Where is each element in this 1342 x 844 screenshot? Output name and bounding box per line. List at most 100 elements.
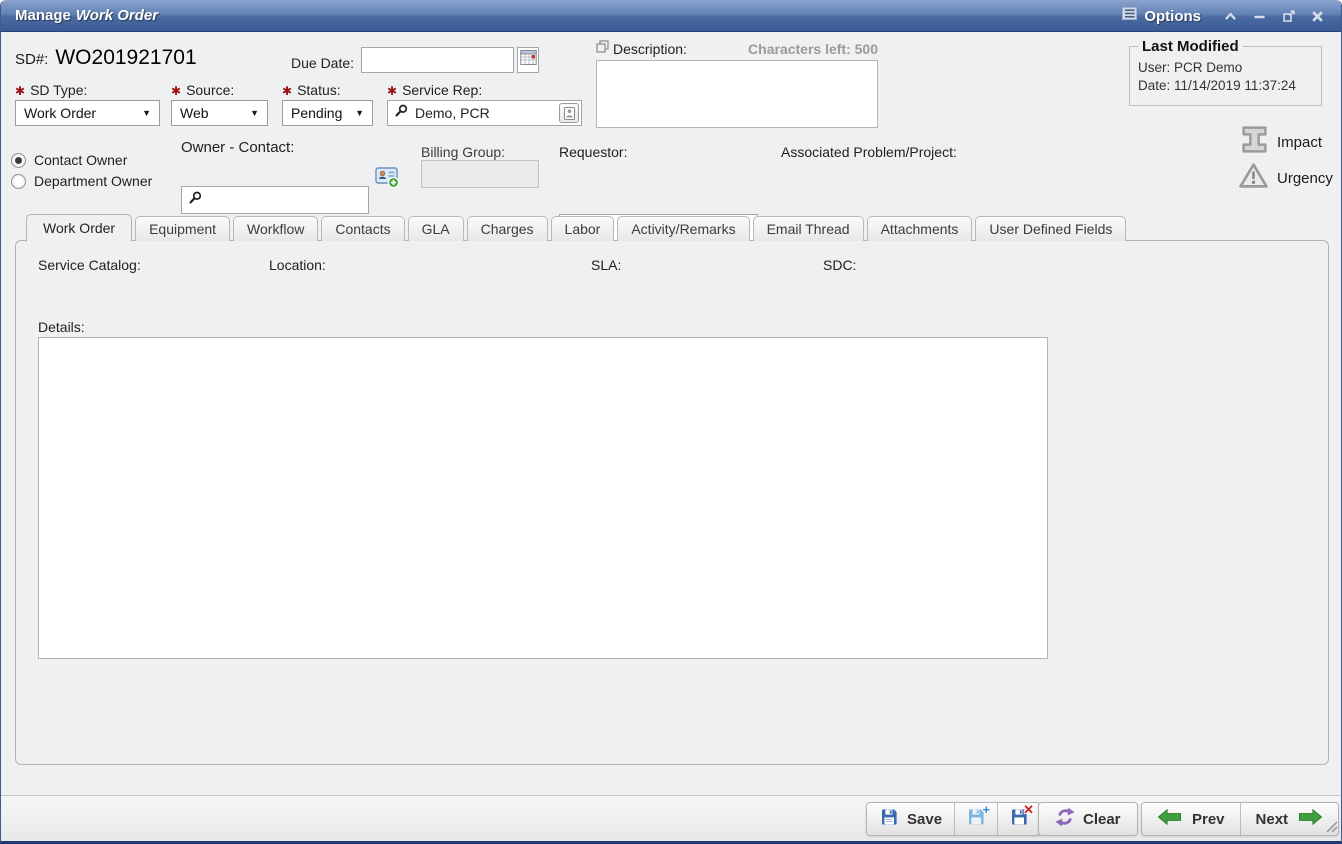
tab-user-defined-fields[interactable]: User Defined Fields xyxy=(975,216,1126,241)
window-title-emphasis: Work Order xyxy=(76,7,158,24)
chevron-down-icon: ▼ xyxy=(355,108,364,118)
urgency-icon xyxy=(1238,162,1269,194)
tab-work-order[interactable]: Work Order xyxy=(26,214,132,242)
tab-gla[interactable]: GLA xyxy=(408,216,464,241)
requestor-label: Requestor: xyxy=(559,144,627,160)
chevron-down-icon: ▼ xyxy=(142,108,151,118)
description-label: Description: xyxy=(613,41,687,57)
sdc-label: SDC: xyxy=(823,257,856,273)
source-label: ✱Source: xyxy=(171,82,234,98)
details-textarea[interactable] xyxy=(38,337,1048,659)
characters-left-counter: Characters left: 500 xyxy=(748,41,878,57)
sd-type-value: Work Order xyxy=(24,105,96,121)
tab-contacts[interactable]: Contacts xyxy=(321,216,404,241)
clear-button[interactable]: Clear xyxy=(1039,803,1137,835)
required-icon: ✱ xyxy=(282,84,292,98)
options-icon xyxy=(1122,7,1137,25)
save-and-close-button[interactable]: ✕ xyxy=(997,803,1040,835)
tab-bar: Work Order Equipment Workflow Contacts G… xyxy=(26,214,1126,241)
details-label: Details: xyxy=(38,319,85,335)
prev-icon xyxy=(1157,808,1182,831)
contact-owner-label: Contact Owner xyxy=(34,152,127,168)
location-label: Location: xyxy=(269,257,326,273)
search-icon xyxy=(189,191,202,209)
impact-control[interactable]: Impact xyxy=(1241,125,1322,159)
sd-type-label: ✱SD Type: xyxy=(15,82,87,98)
save-button[interactable]: Save xyxy=(867,803,954,835)
service-rep-input[interactable] xyxy=(415,105,574,121)
service-rep-label: ✱Service Rep: xyxy=(387,82,482,98)
window-title-prefix: Manage xyxy=(15,7,71,24)
due-date-input[interactable] xyxy=(361,47,514,73)
options-button[interactable]: Options xyxy=(1122,7,1201,25)
billing-group-label: Billing Group: xyxy=(421,144,505,160)
status-select[interactable]: Pending ▼ xyxy=(282,100,373,126)
resize-icon[interactable] xyxy=(1323,818,1338,838)
sd-number-value: WO201921701 xyxy=(55,46,196,70)
clear-button-label: Clear xyxy=(1083,811,1121,828)
save-and-new-button[interactable]: + xyxy=(954,803,997,835)
owner-contact-field[interactable] xyxy=(181,186,369,214)
department-owner-label: Department Owner xyxy=(34,173,152,189)
options-label: Options xyxy=(1144,8,1201,25)
clear-icon xyxy=(1055,807,1075,832)
prev-button[interactable]: Prev xyxy=(1142,803,1240,835)
last-modified-box: Last Modified User: PCR Demo Date: 11/14… xyxy=(1129,38,1322,106)
next-button-label: Next xyxy=(1256,811,1289,828)
sd-type-select[interactable]: Work Order ▼ xyxy=(15,100,160,126)
chevron-down-icon: ▼ xyxy=(250,108,259,118)
description-popout-icon[interactable] xyxy=(596,40,609,58)
tab-charges[interactable]: Charges xyxy=(467,216,548,241)
department-owner-radio[interactable]: Department Owner xyxy=(11,173,152,189)
search-icon xyxy=(395,104,408,122)
manage-work-order-window: ManageWork Order Options SD# xyxy=(0,0,1342,844)
title-bar: Manage Work Order Options xyxy=(1,0,1341,32)
service-catalog-label: Service Catalog: xyxy=(38,257,141,273)
billing-group-input xyxy=(421,160,539,188)
urgency-label: Urgency xyxy=(1277,170,1333,187)
add-contact-icon[interactable] xyxy=(375,164,399,193)
close-icon[interactable] xyxy=(1310,9,1325,24)
last-modified-user: User: PCR Demo xyxy=(1138,60,1313,75)
tab-activity-remarks[interactable]: Activity/Remarks xyxy=(617,216,749,241)
clear-button-group: Clear xyxy=(1038,802,1138,836)
sd-number-label: SD#: xyxy=(15,51,48,68)
bottom-toolbar: Save + ✕ Clear xyxy=(1,795,1341,841)
tab-equipment[interactable]: Equipment xyxy=(135,216,230,241)
owner-contact-label: Owner - Contact: xyxy=(181,139,294,156)
save-close-icon: ✕ xyxy=(1009,807,1029,832)
status-value: Pending xyxy=(291,105,342,121)
service-rep-contact-icon[interactable] xyxy=(559,103,579,123)
urgency-control[interactable]: Urgency xyxy=(1238,162,1333,194)
tab-email-thread[interactable]: Email Thread xyxy=(753,216,864,241)
last-modified-date: Date: 11/14/2019 11:37:24 xyxy=(1138,78,1313,93)
impact-icon xyxy=(1241,125,1268,159)
last-modified-legend: Last Modified xyxy=(1138,38,1243,55)
tab-workflow[interactable]: Workflow xyxy=(233,216,318,241)
calendar-icon xyxy=(520,49,537,71)
prev-next-button-group: Prev Next xyxy=(1141,802,1339,836)
minimize-icon[interactable] xyxy=(1252,9,1267,24)
tab-labor[interactable]: Labor xyxy=(551,216,615,241)
contact-owner-radio[interactable]: Contact Owner xyxy=(11,152,127,168)
popout-icon[interactable] xyxy=(1281,9,1296,24)
required-icon: ✱ xyxy=(15,84,25,98)
service-rep-field[interactable] xyxy=(387,100,582,126)
owner-contact-input[interactable] xyxy=(209,192,361,208)
due-date-calendar-button[interactable] xyxy=(517,47,539,73)
description-textarea[interactable] xyxy=(596,60,878,128)
window-title: Manage Work Order xyxy=(15,7,158,24)
collapse-icon[interactable] xyxy=(1223,9,1238,24)
save-new-icon: + xyxy=(966,807,986,832)
tab-attachments[interactable]: Attachments xyxy=(867,216,973,241)
sla-label: SLA: xyxy=(591,257,621,273)
source-value: Web xyxy=(180,105,209,121)
prev-button-label: Prev xyxy=(1192,811,1225,828)
sd-number: SD#: WO201921701 xyxy=(15,46,197,70)
radio-unselected-icon xyxy=(11,174,26,189)
required-icon: ✱ xyxy=(171,84,181,98)
save-icon xyxy=(879,807,899,832)
source-select[interactable]: Web ▼ xyxy=(171,100,268,126)
associated-problem-project-label: Associated Problem/Project: xyxy=(781,144,957,160)
save-button-group: Save + ✕ xyxy=(866,802,1041,836)
